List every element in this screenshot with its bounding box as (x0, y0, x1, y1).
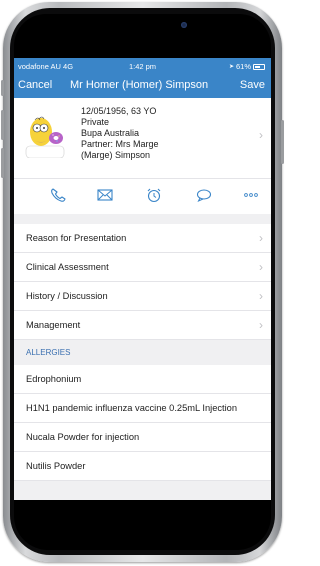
avatar (25, 116, 65, 158)
sections-list: Reason for Presentation › Clinical Asses… (14, 224, 271, 481)
patient-insurance-type: Private (81, 117, 110, 127)
patient-info: 12/05/1956, 63 YO Private Bupa Australia… (81, 106, 159, 161)
silent-switch (1, 80, 4, 96)
cancel-button[interactable]: Cancel (18, 79, 52, 91)
chevron-right-icon: › (259, 260, 263, 274)
allergy-item[interactable]: H1N1 pandemic influenza vaccine 0.25mL I… (14, 394, 271, 423)
patient-fund: Bupa Australia (81, 128, 140, 138)
save-button[interactable]: Save (240, 79, 265, 91)
allergy-item[interactable]: Edrophonium (14, 365, 271, 394)
chevron-right-icon: › (259, 128, 263, 142)
section-row-reason[interactable]: Reason for Presentation › (14, 224, 271, 253)
section-label: Management (26, 320, 81, 330)
allergy-item[interactable]: Nucala Powder for injection (14, 423, 271, 452)
patient-card[interactable]: 12/05/1956, 63 YO Private Bupa Australia… (14, 98, 271, 178)
volume-down-button (1, 148, 4, 178)
section-row-history[interactable]: History / Discussion › (14, 282, 271, 311)
battery-icon (253, 63, 265, 70)
patient-dob: 12/05/1956, 63 YO (81, 106, 157, 116)
battery-percent: 61% (235, 62, 251, 71)
volume-up-button (1, 110, 4, 140)
section-label: Clinical Assessment (26, 262, 109, 272)
section-label: History / Discussion (26, 291, 108, 301)
mail-icon[interactable] (96, 187, 114, 203)
more-icon[interactable] (242, 187, 260, 203)
notch (14, 14, 271, 58)
power-button (281, 120, 284, 164)
chevron-right-icon: › (259, 318, 263, 332)
status-bar: vodafone AU 4G 1:42 pm ➤ 61% (14, 58, 271, 74)
quick-actions-bar (14, 178, 271, 214)
navigation-bar: Cancel Mr Homer (Homer) Simpson Save (14, 74, 271, 98)
chevron-right-icon: › (259, 289, 263, 303)
allergy-item[interactable]: Nutilis Powder (14, 452, 271, 481)
alarm-icon[interactable] (145, 187, 163, 203)
allergies-header: ALLERGIES (14, 340, 271, 365)
chevron-right-icon: › (259, 231, 263, 245)
patient-partner-name: (Marge) Simpson (81, 150, 151, 160)
section-label: Reason for Presentation (26, 233, 127, 243)
status-right: ➤ 61% (229, 62, 265, 71)
page-title: Mr Homer (Homer) Simpson (70, 79, 209, 91)
section-row-management[interactable]: Management › (14, 311, 271, 340)
message-icon[interactable] (195, 187, 213, 203)
location-icon: ➤ (228, 64, 234, 70)
section-row-clinical[interactable]: Clinical Assessment › (14, 253, 271, 282)
camera-icon (181, 22, 187, 28)
app-screen: vodafone AU 4G 1:42 pm ➤ 61% Cancel Mr H… (14, 58, 271, 500)
patient-partner: Partner: Mrs Marge (81, 139, 159, 149)
phone-chin (14, 500, 271, 550)
phone-icon[interactable] (49, 187, 67, 203)
